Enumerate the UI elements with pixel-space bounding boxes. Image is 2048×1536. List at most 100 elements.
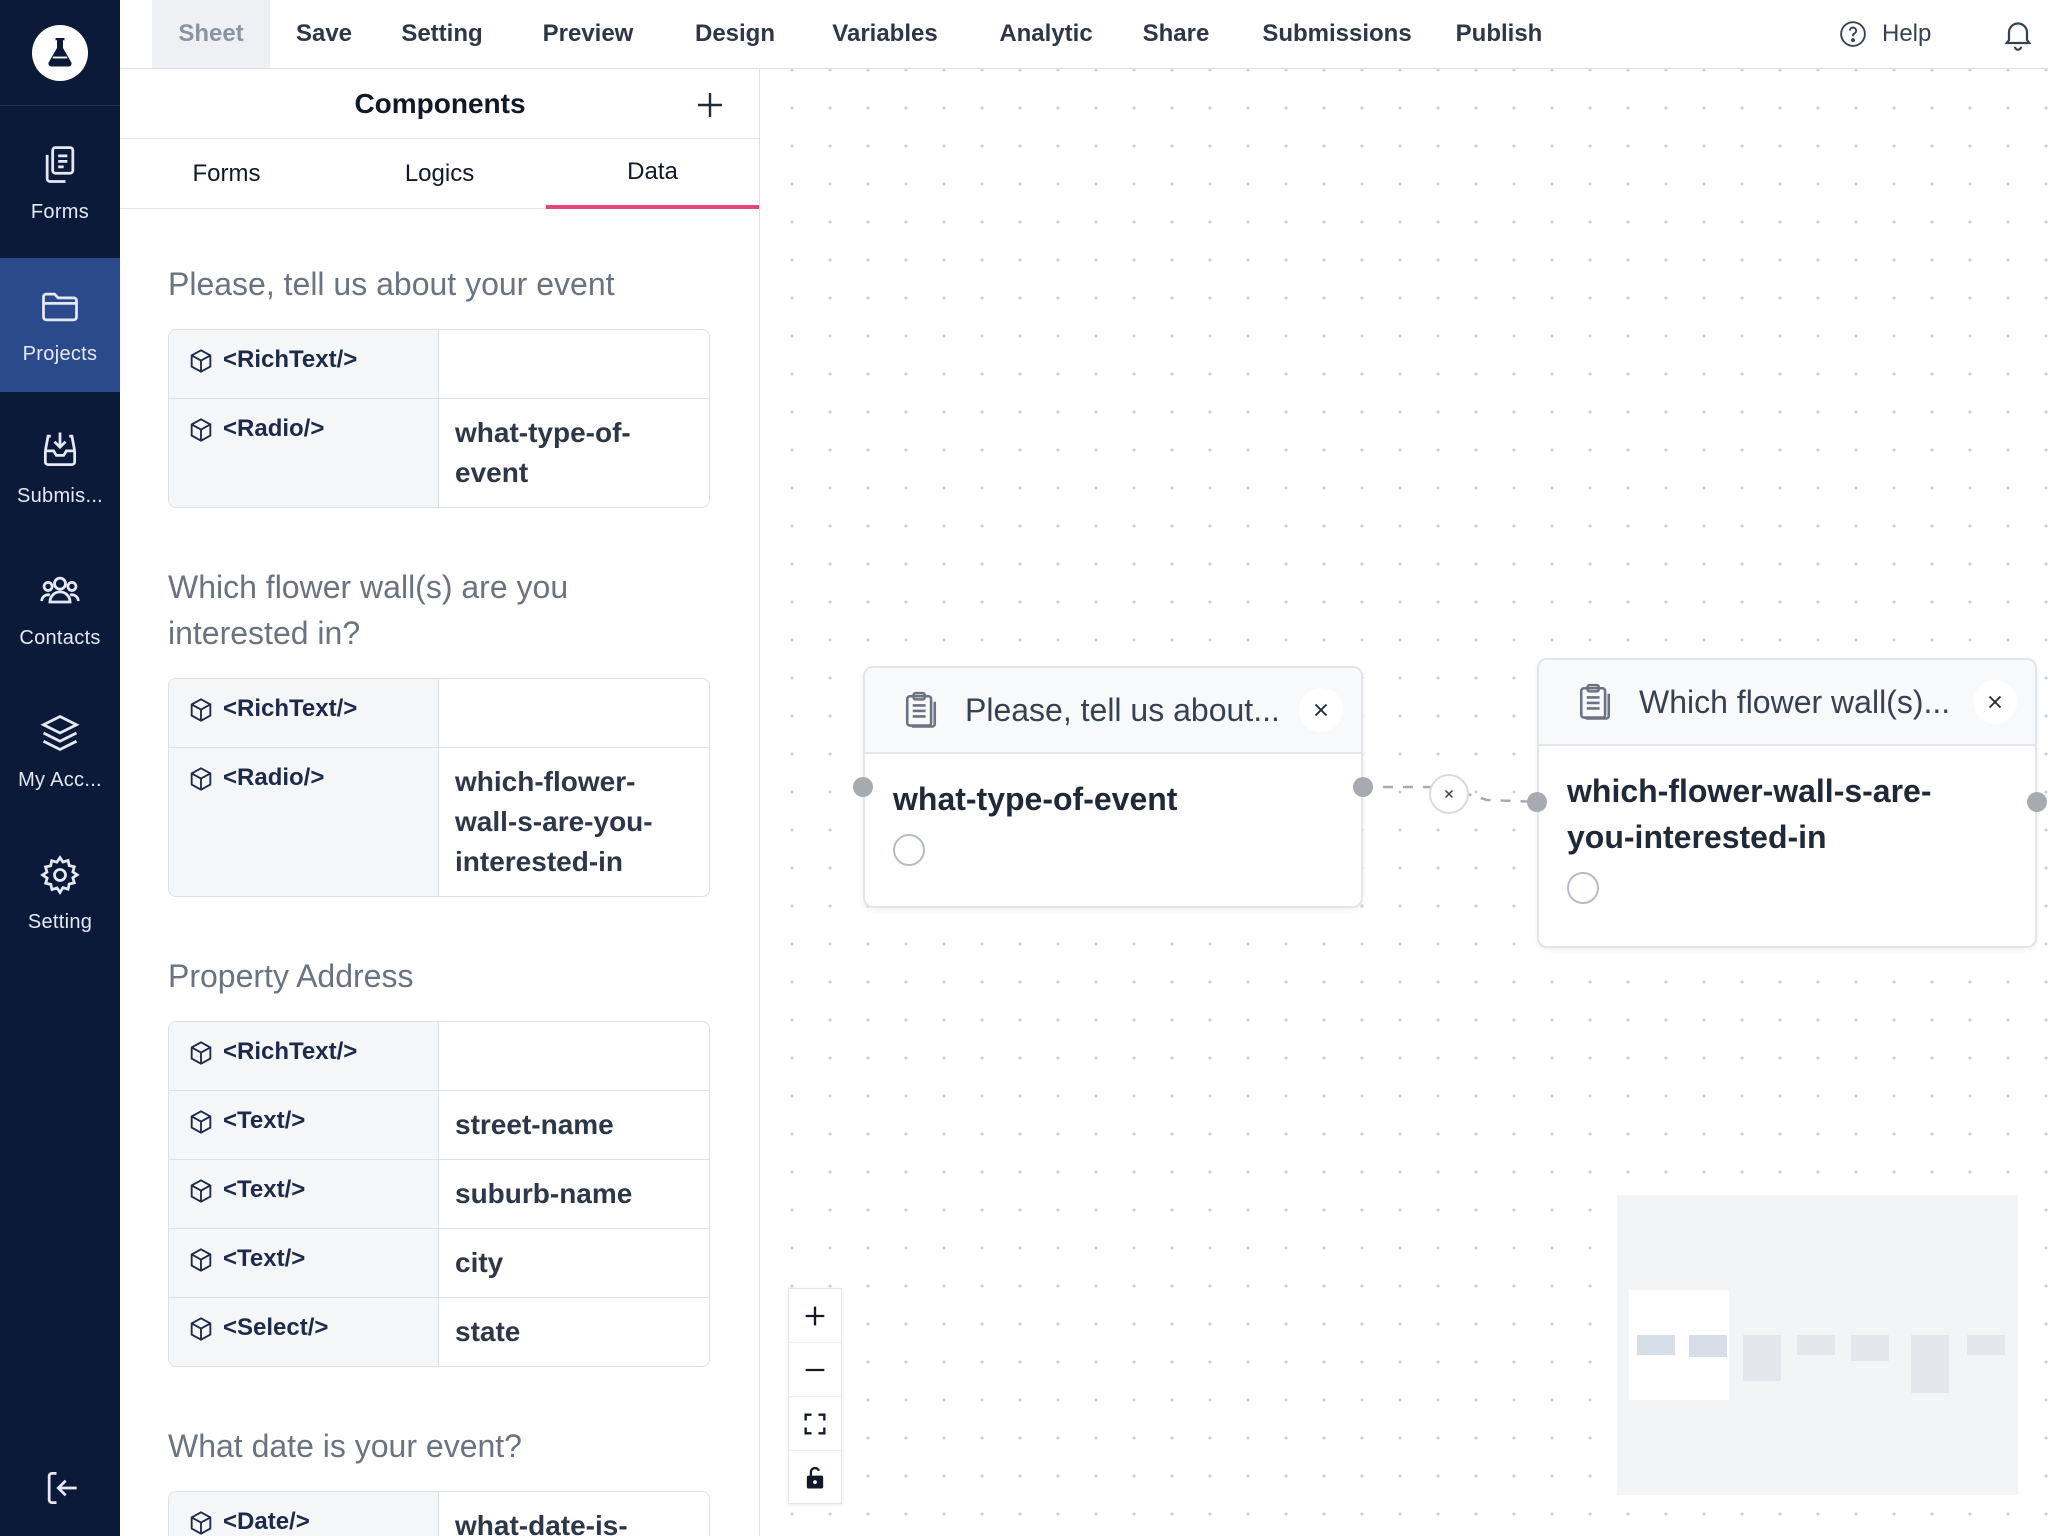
data-sections: Please, tell us about your event <RichTe… [168,209,712,1536]
flow-node[interactable]: Please, tell us about... what-type-of-ev… [863,666,1363,908]
zoom-out-button[interactable] [789,1343,841,1397]
minimap-node [1911,1335,1949,1393]
component-cell: <RichText/> [169,1022,439,1091]
app-logo[interactable] [0,0,120,106]
minus-icon [805,1368,825,1371]
table-row[interactable]: <Radio/> which-flower-wall-s-are-you-int… [169,748,709,896]
cube-icon [190,1247,212,1272]
table-row[interactable]: <Text/> suburb-name [169,1160,709,1229]
minimap-node [1851,1335,1889,1361]
radio-option[interactable] [1567,872,1599,904]
fit-view-button[interactable] [789,1397,841,1451]
nav-item-forms[interactable]: Forms [0,116,120,250]
nav-item-contacts[interactable]: Contacts [0,542,120,676]
table-row[interactable]: <Date/> what-date-is- [169,1492,709,1536]
cube-icon [190,1316,212,1341]
table-row[interactable]: <Select/> state [169,1298,709,1366]
zoom-in-button[interactable] [789,1289,841,1343]
nav-item-setting[interactable]: Setting [0,826,120,960]
variable-cell: city [439,1229,709,1298]
radio-option[interactable] [893,834,925,866]
node-body: what-type-of-event [865,754,1361,888]
cube-icon [190,1510,212,1535]
clipboard-icon [905,691,937,728]
node-body: which-flower-wall-s-are-you-interested-i… [1539,746,2035,926]
tab-data[interactable]: Data [546,139,759,209]
node-header: Which flower wall(s)... [1539,660,2035,746]
node-title: Please, tell us about... [965,691,1280,728]
minimap-node [1743,1335,1781,1381]
menu-submissions[interactable]: Submissions [1234,0,1440,68]
help-button[interactable]: Help [1838,0,1931,68]
node-close-button[interactable] [1973,680,2017,724]
variable-cell [439,330,709,399]
component-name: <Select/> [223,1314,329,1341]
node-output-handle[interactable] [2027,792,2047,812]
table-row[interactable]: <Text/> city [169,1229,709,1298]
menu-save[interactable]: Save [284,0,364,68]
table-row[interactable]: <RichText/> [169,330,709,399]
menu-publish[interactable]: Publish [1432,0,1566,68]
table-row[interactable]: <Radio/> what-type-of-event [169,399,709,507]
cube-icon [190,697,212,722]
nav-label: Forms [30,200,90,223]
menu-preview[interactable]: Preview [518,0,658,68]
variable-cell: what-date-is- [455,1510,628,1536]
component-cell: <RichText/> [169,679,439,748]
node-input-handle[interactable] [1527,792,1547,812]
lock-button[interactable] [789,1451,841,1505]
close-icon [1314,703,1328,717]
nav-label: Submis... [16,484,104,507]
nav-label: My Acc... [18,768,102,791]
nav-item-projects[interactable]: Projects [0,258,120,392]
node-field-name: which-flower-wall-s-are-you-interested-i… [1567,773,1932,855]
nav-item-submissions[interactable]: Submis... [0,400,120,534]
bell-icon[interactable] [2000,16,2036,52]
fit-view-icon [804,1413,826,1434]
component-name: <Radio/> [223,764,325,791]
component-name: <RichText/> [223,695,358,722]
inbox-icon [43,432,77,466]
minimap[interactable] [1617,1195,2018,1495]
section-title: What date is your event? [168,1428,522,1464]
edge-delete-button[interactable] [1429,774,1469,814]
minimap-node [1967,1335,2005,1355]
table-row[interactable]: <RichText/> [169,1022,709,1091]
node-output-handle[interactable] [1353,777,1373,797]
add-component-icon[interactable] [692,87,728,123]
menu-analytic[interactable]: Analytic [969,0,1123,68]
nav-item-my-account[interactable]: My Acc... [0,684,120,818]
menu-design[interactable]: Design [673,0,797,68]
cube-icon [190,348,212,373]
panel-header: Components [120,69,759,139]
section-title: Property Address [168,958,414,994]
contacts-icon [40,576,80,603]
component-name: <RichText/> [223,346,358,373]
tab-logics[interactable]: Logics [333,139,546,209]
logout-icon[interactable] [40,1466,84,1510]
variable-cell [439,1022,709,1091]
nav-label: Projects [22,342,98,365]
tab-forms[interactable]: Forms [120,139,333,209]
component-name: <Date/> [223,1508,310,1535]
menu-setting[interactable]: Setting [386,0,498,68]
node-input-handle[interactable] [853,777,873,797]
component-table: <RichText/> <Radio/> which-flower-wall-s… [168,678,710,897]
menu-sheet[interactable]: Sheet [152,0,270,68]
table-row[interactable]: <Text/> street-name [169,1091,709,1160]
help-label: Help [1882,20,1932,47]
components-panel: Components Forms Logics Data Please, tel… [120,69,760,1536]
question-circle-icon [1840,21,1866,47]
component-table: <Date/> what-date-is- [168,1491,710,1536]
flow-node[interactable]: Which flower wall(s)... which-flower-wal… [1537,658,2037,948]
node-field-name: what-type-of-event [893,781,1178,817]
cube-icon [190,1178,212,1203]
menu-share[interactable]: Share [1120,0,1232,68]
variable-cell: suburb-name [439,1160,709,1229]
menu-variables[interactable]: Variables [812,0,958,68]
component-name: <Text/> [223,1176,306,1203]
table-row[interactable]: <RichText/> [169,679,709,748]
node-close-button[interactable] [1299,688,1343,732]
component-name: <Text/> [223,1107,306,1134]
gear-icon [40,854,80,895]
